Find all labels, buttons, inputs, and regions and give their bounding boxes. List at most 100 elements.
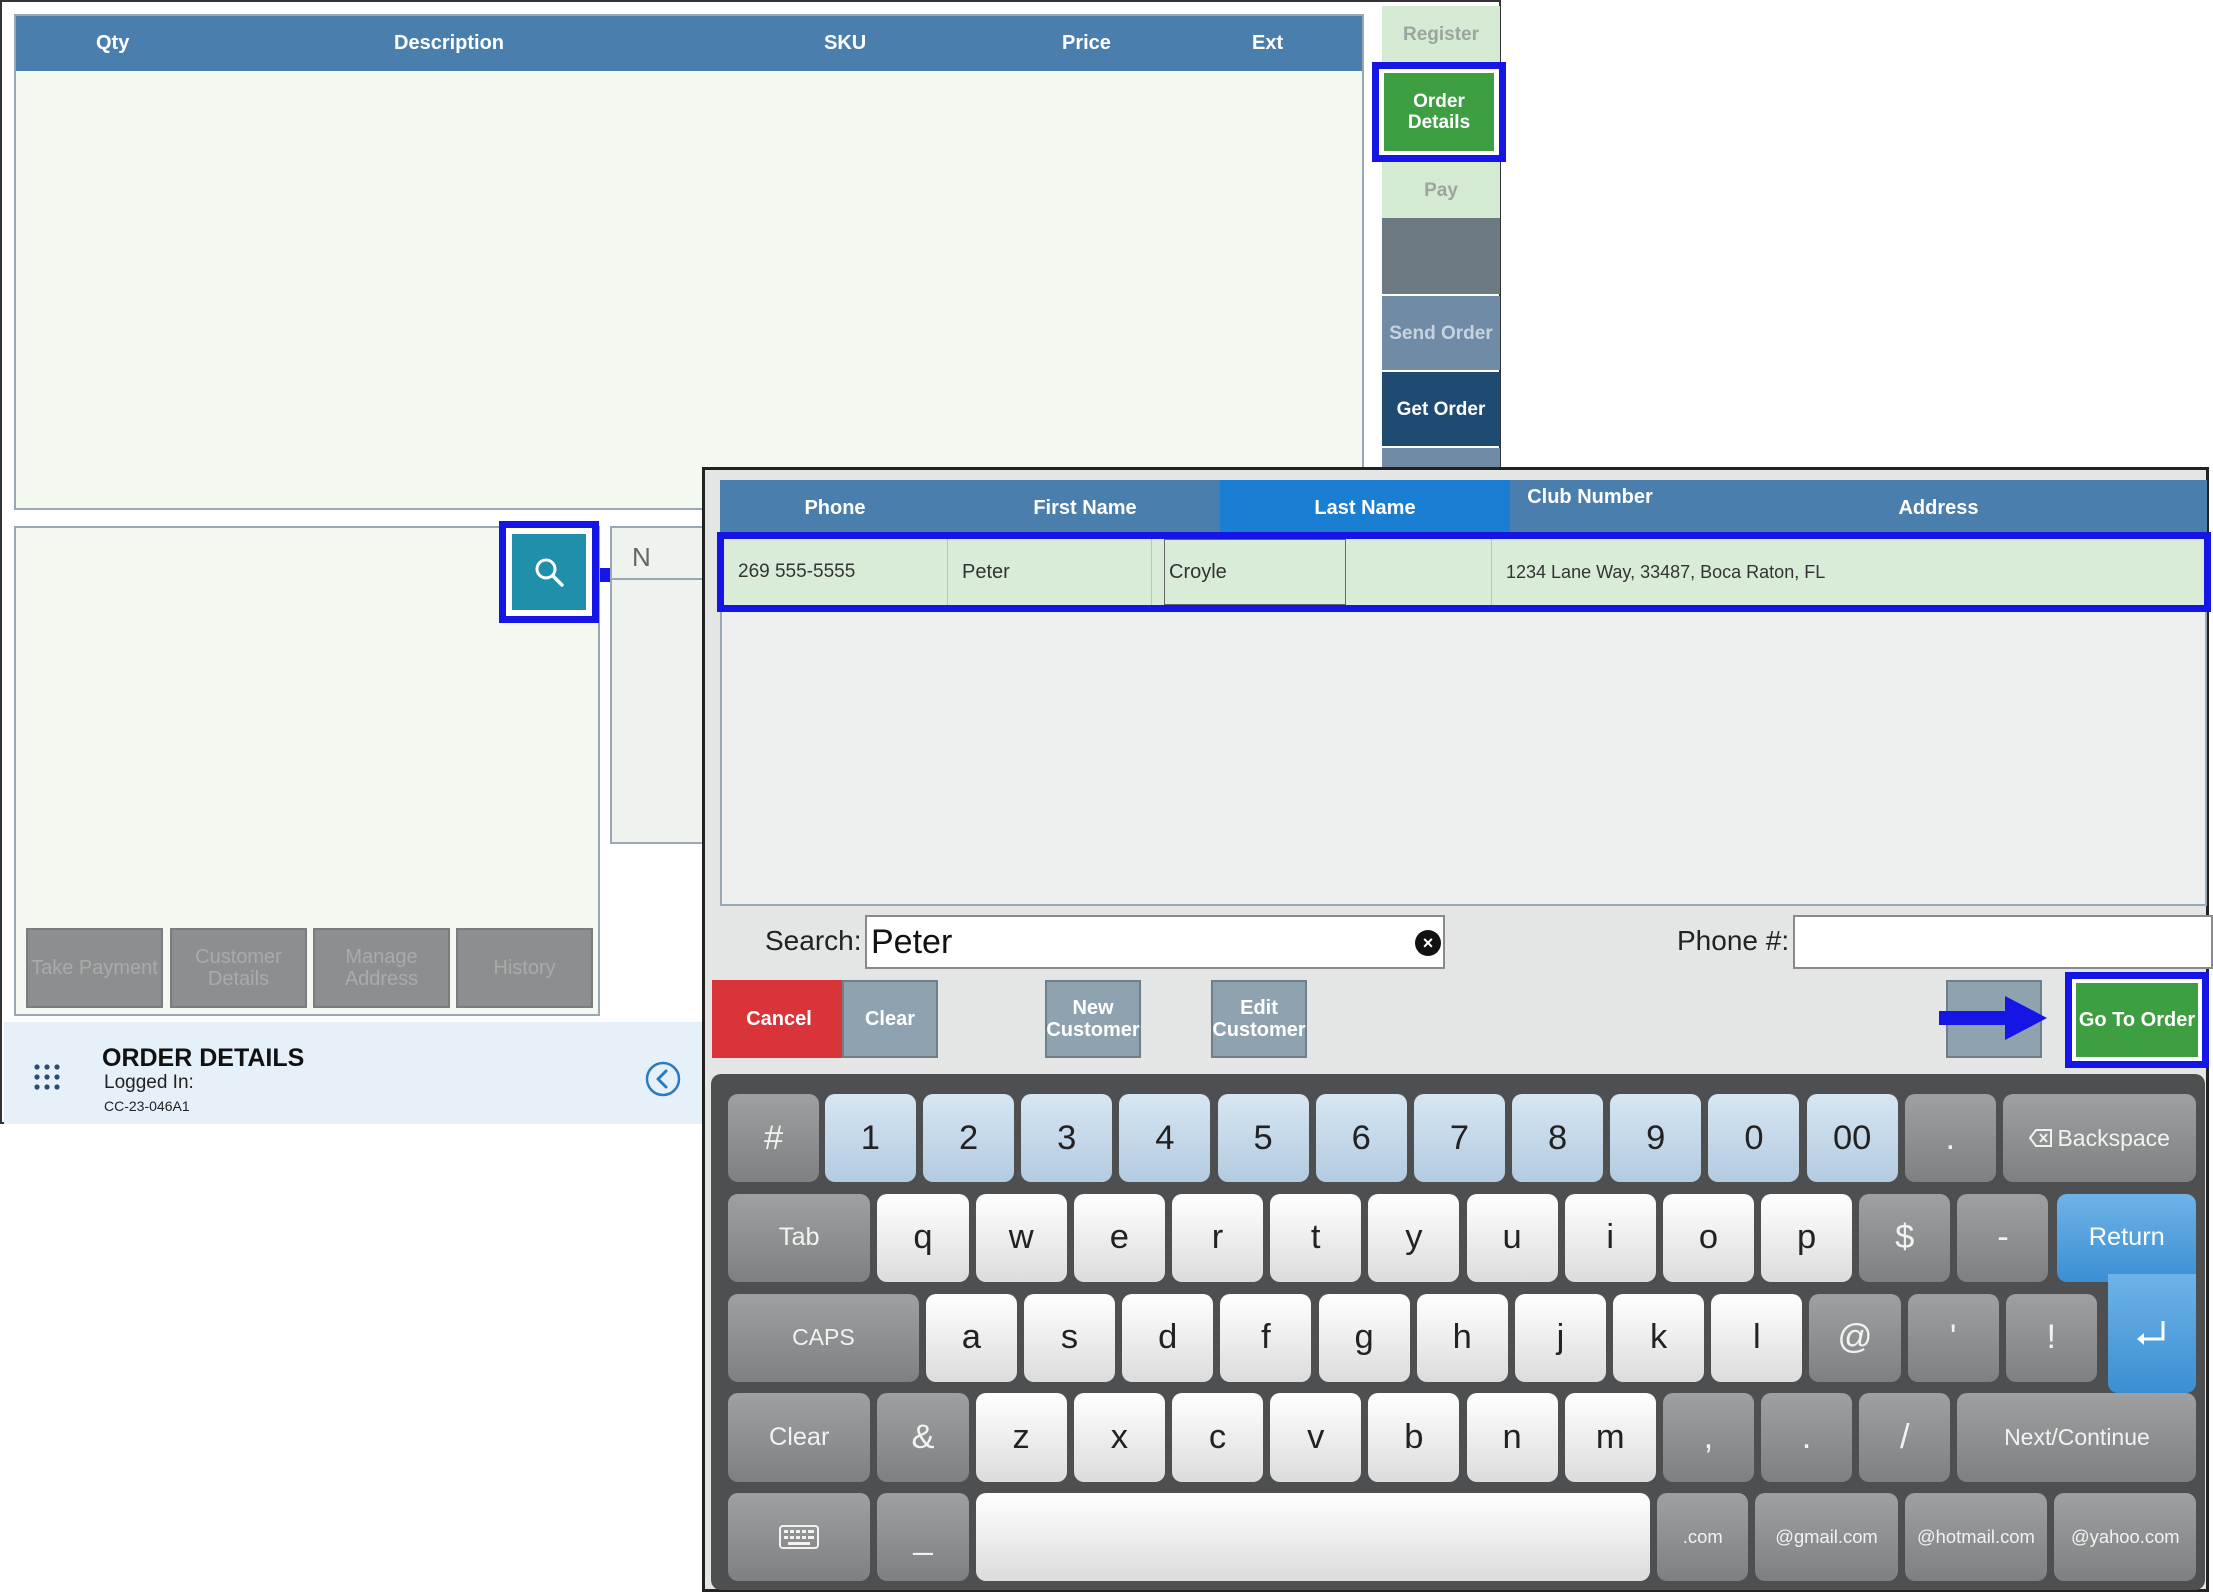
- key-f[interactable]: f: [1220, 1293, 1312, 1382]
- key-next-continue[interactable]: Next/Continue: [1957, 1393, 2197, 1482]
- key-n[interactable]: n: [1466, 1393, 1558, 1482]
- key-00[interactable]: 00: [1806, 1093, 1898, 1183]
- cell-phone: 269 555-5555: [724, 539, 948, 605]
- key-tab[interactable]: Tab: [728, 1193, 871, 1283]
- key-yahoo[interactable]: @yahoo.com: [2054, 1493, 2197, 1582]
- search-button-highlight: [499, 521, 599, 623]
- key-clear[interactable]: Clear: [728, 1393, 871, 1482]
- go-to-order-button[interactable]: Go To Order: [2076, 983, 2198, 1057]
- order-items-grid: Qty Description SKU Price Ext: [14, 14, 1364, 510]
- key-dot[interactable]: .: [1761, 1393, 1853, 1482]
- clear-x-icon[interactable]: ×: [1415, 930, 1441, 956]
- key-6[interactable]: 6: [1315, 1093, 1407, 1183]
- key-m[interactable]: m: [1564, 1393, 1656, 1482]
- key-u[interactable]: u: [1466, 1193, 1558, 1283]
- nav-register[interactable]: Register: [1382, 6, 1500, 62]
- key-at[interactable]: @: [1809, 1293, 1901, 1382]
- col-address[interactable]: Address: [1670, 480, 2207, 536]
- key-j[interactable]: j: [1514, 1293, 1606, 1382]
- col-price[interactable]: Price: [1062, 32, 1111, 55]
- col-ext[interactable]: Ext: [1252, 32, 1283, 55]
- backspace-icon: [2029, 1129, 2053, 1148]
- customer-row[interactable]: 269 555-5555 Peter Croyle 1234 Lane Way,…: [724, 539, 2204, 605]
- key-9[interactable]: 9: [1610, 1093, 1702, 1183]
- key-x[interactable]: x: [1073, 1393, 1165, 1482]
- key-o[interactable]: o: [1662, 1193, 1754, 1283]
- cancel-button[interactable]: Cancel: [712, 980, 846, 1058]
- edit-customer-button[interactable]: Edit Customer: [1211, 980, 1307, 1058]
- key-y[interactable]: y: [1368, 1193, 1460, 1283]
- return-key[interactable]: Return: [2057, 1193, 2197, 1283]
- key-hash[interactable]: #: [728, 1093, 820, 1183]
- key-0[interactable]: 0: [1708, 1093, 1800, 1183]
- key-underscore[interactable]: _: [877, 1493, 969, 1582]
- col-description[interactable]: Description: [394, 32, 504, 55]
- col-sku[interactable]: SKU: [824, 32, 866, 55]
- key-ampersand[interactable]: &: [877, 1393, 969, 1482]
- key-8[interactable]: 8: [1512, 1093, 1604, 1183]
- key-7[interactable]: 7: [1413, 1093, 1505, 1183]
- key-w[interactable]: w: [975, 1193, 1067, 1283]
- key-5[interactable]: 5: [1217, 1093, 1309, 1183]
- new-customer-button[interactable]: New Customer: [1045, 980, 1141, 1058]
- col-phone[interactable]: Phone: [720, 480, 950, 536]
- phone-input[interactable]: [1793, 915, 2213, 969]
- keyboard-toggle-key[interactable]: [728, 1493, 871, 1582]
- key-4[interactable]: 4: [1119, 1093, 1211, 1183]
- key-3[interactable]: 3: [1021, 1093, 1113, 1183]
- key-z[interactable]: z: [975, 1393, 1067, 1482]
- manage-address-button[interactable]: Manage Address: [313, 928, 450, 1008]
- key-r[interactable]: r: [1172, 1193, 1264, 1283]
- return-key-lower[interactable]: [2108, 1273, 2197, 1394]
- key-c[interactable]: c: [1172, 1393, 1264, 1482]
- search-button[interactable]: [512, 534, 586, 610]
- key-1[interactable]: 1: [824, 1093, 916, 1183]
- nav-get-order[interactable]: Get Order: [1382, 372, 1500, 446]
- key-a[interactable]: a: [925, 1293, 1017, 1382]
- key-b[interactable]: b: [1368, 1393, 1460, 1482]
- history-button[interactable]: History: [456, 928, 593, 1008]
- key-dot-com[interactable]: .com: [1657, 1493, 1749, 1582]
- backspace-label: Backspace: [2057, 1124, 2170, 1151]
- key-d[interactable]: d: [1122, 1293, 1214, 1382]
- key-e[interactable]: e: [1073, 1193, 1165, 1283]
- col-qty[interactable]: Qty: [96, 32, 129, 55]
- key-space[interactable]: [975, 1493, 1651, 1582]
- take-payment-button[interactable]: Take Payment: [26, 928, 163, 1008]
- col-first-name[interactable]: First Name: [950, 480, 1220, 536]
- key-g[interactable]: g: [1318, 1293, 1410, 1382]
- key-gmail[interactable]: @gmail.com: [1755, 1493, 1898, 1582]
- side-navigation: Register Order Details Pay Send Order Ge…: [1372, 2, 1506, 472]
- key-period[interactable]: .: [1904, 1093, 1996, 1183]
- key-l[interactable]: l: [1711, 1293, 1803, 1382]
- key-caps[interactable]: CAPS: [728, 1293, 919, 1382]
- clear-button[interactable]: Clear: [842, 980, 938, 1058]
- key-apostrophe[interactable]: ': [1907, 1293, 1999, 1382]
- cell-address: 1234 Lane Way, 33487, Boca Raton, FL: [1506, 561, 1826, 582]
- key-t[interactable]: t: [1270, 1193, 1362, 1283]
- key-exclamation[interactable]: !: [2005, 1293, 2097, 1382]
- col-last-name[interactable]: Last Name: [1220, 480, 1510, 536]
- key-hotmail[interactable]: @hotmail.com: [1904, 1493, 2048, 1582]
- key-2[interactable]: 2: [923, 1093, 1015, 1183]
- key-p[interactable]: p: [1761, 1193, 1853, 1283]
- nav-pay[interactable]: Pay: [1382, 162, 1500, 218]
- search-icon: [535, 558, 564, 587]
- apps-grid-icon[interactable]: [32, 1062, 62, 1092]
- key-q[interactable]: q: [877, 1193, 969, 1283]
- chevron-left-icon[interactable]: [644, 1060, 682, 1098]
- key-slash[interactable]: /: [1859, 1393, 1951, 1482]
- key-comma[interactable]: ,: [1662, 1393, 1754, 1482]
- key-i[interactable]: i: [1564, 1193, 1656, 1283]
- nav-send-order[interactable]: Send Order: [1382, 296, 1500, 370]
- key-dollar[interactable]: $: [1859, 1193, 1951, 1283]
- key-k[interactable]: k: [1613, 1293, 1705, 1382]
- key-v[interactable]: v: [1270, 1393, 1362, 1482]
- search-input[interactable]: [865, 915, 1445, 969]
- key-dash[interactable]: -: [1957, 1193, 2049, 1283]
- customer-details-button[interactable]: Customer Details: [170, 928, 307, 1008]
- backspace-key[interactable]: Backspace: [2002, 1093, 2197, 1183]
- nav-order-details[interactable]: Order Details: [1384, 73, 1494, 151]
- key-s[interactable]: s: [1024, 1293, 1116, 1382]
- key-h[interactable]: h: [1416, 1293, 1508, 1382]
